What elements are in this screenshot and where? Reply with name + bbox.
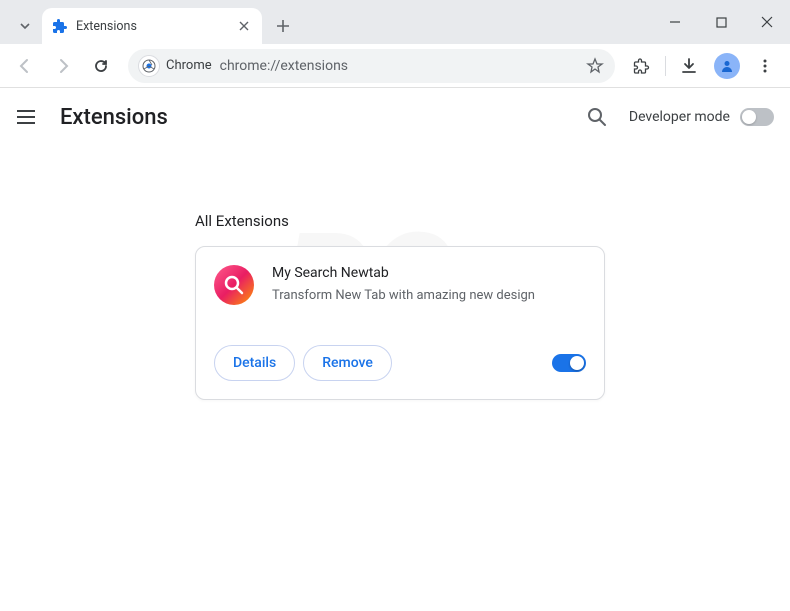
tab-title: Extensions (76, 19, 228, 34)
maximize-button[interactable] (698, 0, 744, 44)
search-extensions-button[interactable] (585, 105, 609, 129)
extension-description: Transform New Tab with amazing new desig… (272, 287, 586, 305)
bookmark-button[interactable] (581, 52, 609, 80)
url-text: chrome://extensions (220, 58, 573, 74)
tab-search-button[interactable] (8, 8, 42, 44)
hamburger-menu-button[interactable] (16, 105, 40, 129)
extensions-button[interactable] (625, 49, 659, 83)
page-header: Extensions Developer mode (0, 88, 790, 146)
close-window-button[interactable] (744, 0, 790, 44)
developer-mode-toggle[interactable] (740, 108, 774, 126)
url-chip-label: Chrome (166, 58, 212, 73)
browser-toolbar: Chrome chrome://extensions (0, 44, 790, 88)
extension-enable-toggle[interactable] (552, 354, 586, 372)
url-chip: Chrome (138, 55, 212, 77)
section-title: All Extensions (195, 196, 790, 246)
close-icon[interactable] (236, 18, 252, 34)
extension-name: My Search Newtab (272, 265, 586, 281)
page-title: Extensions (60, 105, 565, 130)
new-tab-button[interactable] (268, 11, 298, 41)
address-bar[interactable]: Chrome chrome://extensions (128, 49, 615, 83)
forward-button[interactable] (46, 49, 80, 83)
extension-card: My Search Newtab Transform New Tab with … (195, 246, 605, 400)
back-button[interactable] (8, 49, 42, 83)
developer-mode-label: Developer mode (629, 109, 730, 125)
profile-button[interactable] (710, 49, 744, 83)
extension-icon (214, 265, 254, 305)
remove-button[interactable]: Remove (303, 345, 392, 381)
downloads-button[interactable] (672, 49, 706, 83)
chrome-icon (138, 55, 160, 77)
details-button[interactable]: Details (214, 345, 295, 381)
reload-button[interactable] (84, 49, 118, 83)
minimize-button[interactable] (652, 0, 698, 44)
menu-button[interactable] (748, 49, 782, 83)
content-area: All Extensions My Search Newtab Transfor… (0, 146, 790, 400)
puzzle-icon (52, 18, 68, 34)
toolbar-divider (665, 56, 666, 76)
window-titlebar: Extensions (0, 0, 790, 44)
browser-tab[interactable]: Extensions (42, 8, 262, 44)
avatar-icon (714, 53, 740, 79)
